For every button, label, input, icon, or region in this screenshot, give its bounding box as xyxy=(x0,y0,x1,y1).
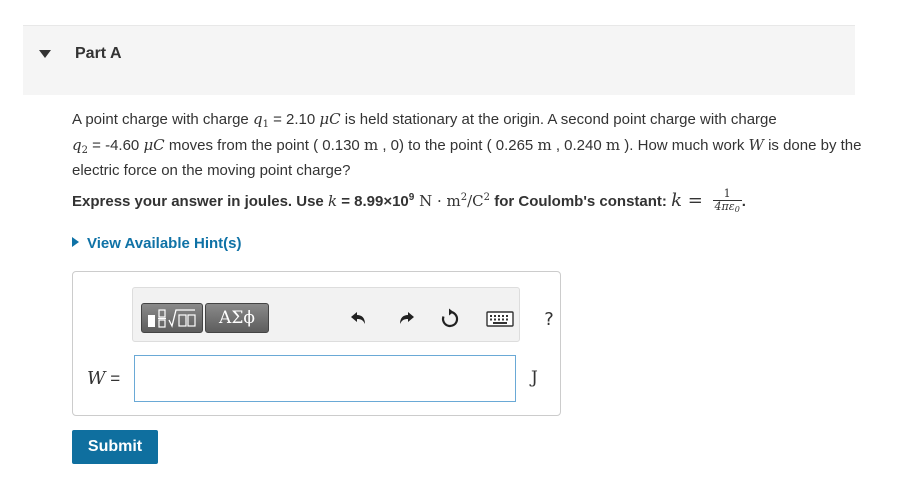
templates-button[interactable] xyxy=(141,303,203,333)
q2-symbol: q xyxy=(72,136,82,154)
answer-input[interactable] xyxy=(134,355,516,402)
problem-statement: A point charge with charge q1 = 2.10 μC … xyxy=(72,109,862,181)
instruction-text: = 8.99×10 xyxy=(337,193,409,210)
math-toolbar: ΑΣϕ ? xyxy=(132,287,554,342)
answer-box: ΑΣϕ ? W = J xyxy=(72,271,561,416)
greek-symbols-label: ΑΣϕ xyxy=(219,308,255,328)
q1-symbol: q xyxy=(252,110,263,128)
problem-text: = 2.10 xyxy=(268,111,320,128)
fraction-denominator: 4πε0 xyxy=(713,201,742,216)
reset-icon[interactable] xyxy=(437,306,463,332)
coulomb-constant-fraction: 1 4πε0 xyxy=(712,188,742,216)
help-label: ? xyxy=(544,308,554,330)
k-symbol: k xyxy=(671,190,683,211)
problem-text: A point charge with charge xyxy=(72,111,253,128)
view-hints-link[interactable]: View Available Hint(s) xyxy=(72,235,242,252)
answer-instruction: Express your answer in joules. Use k = 8… xyxy=(72,185,872,216)
work-symbol: W xyxy=(748,136,764,154)
keyboard-icon[interactable] xyxy=(485,306,515,332)
answer-variable-label: W = xyxy=(87,368,120,389)
part-title: Part A xyxy=(75,45,122,62)
equals-sign: = xyxy=(682,190,709,211)
instruction-text: Express your answer in joules. Use xyxy=(72,193,328,210)
k-symbol: k xyxy=(327,192,338,210)
unit-meter: m xyxy=(363,136,379,154)
problem-text: ). How much work xyxy=(620,137,749,154)
unit-meter: m xyxy=(605,136,621,154)
instruction-text: for Coulomb's constant: xyxy=(490,193,672,210)
redo-icon[interactable] xyxy=(394,306,420,332)
greek-symbols-button[interactable]: ΑΣϕ xyxy=(205,303,269,333)
period: . xyxy=(741,193,746,210)
unit-meter: m xyxy=(537,136,552,154)
unit-microcoulomb: μC xyxy=(143,136,165,154)
problem-text: = -4.60 xyxy=(87,137,144,154)
answer-unit: J xyxy=(531,368,538,388)
expand-triangle-icon xyxy=(72,237,79,247)
undo-icon[interactable] xyxy=(345,306,371,332)
fraction-denominator-text: 4πε xyxy=(714,200,735,214)
help-icon[interactable]: ? xyxy=(536,306,562,332)
answer-variable: W xyxy=(87,368,106,389)
problem-text: moves from the point ( 0.130 xyxy=(164,137,364,154)
submit-button[interactable]: Submit xyxy=(72,430,158,464)
problem-text: is held stationary at the origin. A seco… xyxy=(340,111,777,128)
answer-equals: = xyxy=(105,369,121,388)
unit-newton-meter: N · m xyxy=(414,192,461,210)
problem-text: , 0) to the point ( 0.265 xyxy=(378,137,538,154)
templates-icon xyxy=(148,309,196,328)
unit-coulomb: /C xyxy=(467,192,484,210)
problem-text: , 0.240 xyxy=(551,137,606,154)
part-header[interactable]: Part A xyxy=(23,25,855,95)
collapse-triangle-icon[interactable] xyxy=(39,50,51,58)
hints-label: View Available Hint(s) xyxy=(87,235,242,252)
unit-microcoulomb: μC xyxy=(319,110,341,128)
fraction-denominator-subscript: 0 xyxy=(734,205,740,215)
